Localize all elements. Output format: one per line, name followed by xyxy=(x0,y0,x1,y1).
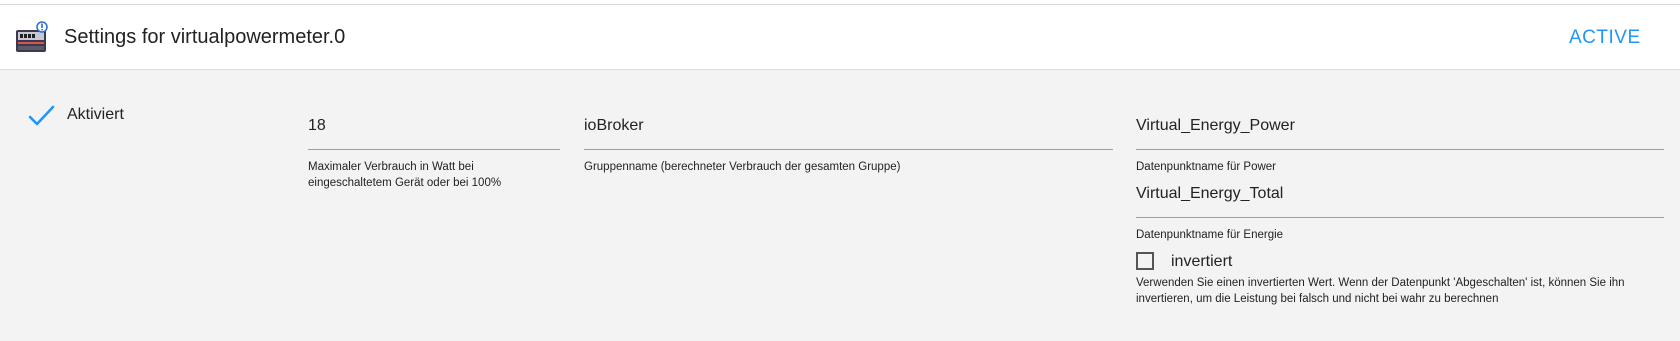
max-power-underline xyxy=(308,149,560,150)
virtualpowermeter-logo-icon xyxy=(16,21,48,52)
max-power-input[interactable]: 18 xyxy=(308,116,326,136)
inverted-checkbox[interactable] xyxy=(1136,252,1154,270)
checkmark-icon[interactable] xyxy=(28,104,56,128)
energy-datapoint-help: Datenpunktname für Energie xyxy=(1136,229,1284,241)
page-title: Settings for virtualpowermeter.0 xyxy=(64,26,346,48)
power-datapoint-underline xyxy=(1136,149,1664,150)
max-power-help: Maximaler Verbrauch in Watt bei eingesch… xyxy=(308,161,502,189)
settings-form: Aktiviert 18 Maximaler Verbrauch in Watt… xyxy=(0,70,1680,341)
header-bar: Settings for virtualpowermeter.0 ACTIVE xyxy=(0,5,1680,70)
energy-datapoint-input[interactable]: Virtual_Energy_Total xyxy=(1136,184,1283,204)
settings-page: Settings for virtualpowermeter.0 ACTIVE … xyxy=(0,0,1680,341)
power-datapoint-input[interactable]: Virtual_Energy_Power xyxy=(1136,116,1295,136)
inverted-label: invertiert xyxy=(1171,253,1233,270)
group-name-help: Gruppenname (berechneter Verbrauch der g… xyxy=(584,161,901,173)
inverted-help: Verwenden Sie einen invertierten Wert. W… xyxy=(1136,277,1625,305)
group-name-underline xyxy=(584,149,1113,150)
status-badge: ACTIVE xyxy=(1569,27,1641,48)
power-datapoint-help: Datenpunktname für Power xyxy=(1136,161,1276,173)
energy-datapoint-underline xyxy=(1136,217,1664,218)
activated-label: Aktiviert xyxy=(67,106,124,123)
group-name-input[interactable]: ioBroker xyxy=(584,116,644,136)
